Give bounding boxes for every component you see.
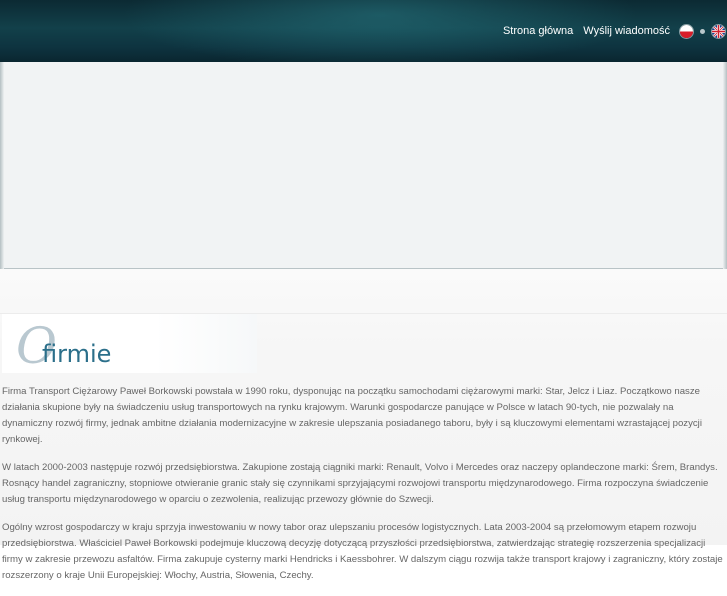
flag-uk-icon[interactable]	[712, 24, 725, 38]
top-navigation: Strona główna Wyślij wiadomość	[503, 22, 727, 40]
nav-send-message-link[interactable]: Wyślij wiadomość	[583, 25, 670, 37]
flag-uk-graphic	[712, 24, 725, 38]
site-header: Strona główna Wyślij wiadomość	[0, 0, 727, 62]
paragraph-growth-2003: Ogólny wzrost gospodarczy w kraju sprzyj…	[2, 522, 723, 581]
flag-poland-icon[interactable]	[680, 24, 693, 38]
paragraph-development-2000: W latach 2000-2003 następuje rozwój prze…	[2, 462, 718, 505]
paragraph-history-1990: Firma Transport Ciężarowy Paweł Borkowsk…	[2, 386, 702, 445]
about-company-text: Firma Transport Ciężarowy Paweł Borkowsk…	[2, 384, 724, 596]
banner-left-edge	[0, 62, 4, 269]
banner-right-edge	[723, 62, 727, 269]
title-text: firmie	[42, 340, 112, 368]
section-title: O firmie	[2, 314, 257, 374]
nav-home-link[interactable]: Strona główna	[503, 25, 573, 37]
banner-area	[0, 62, 727, 269]
language-separator-dot	[700, 28, 705, 34]
